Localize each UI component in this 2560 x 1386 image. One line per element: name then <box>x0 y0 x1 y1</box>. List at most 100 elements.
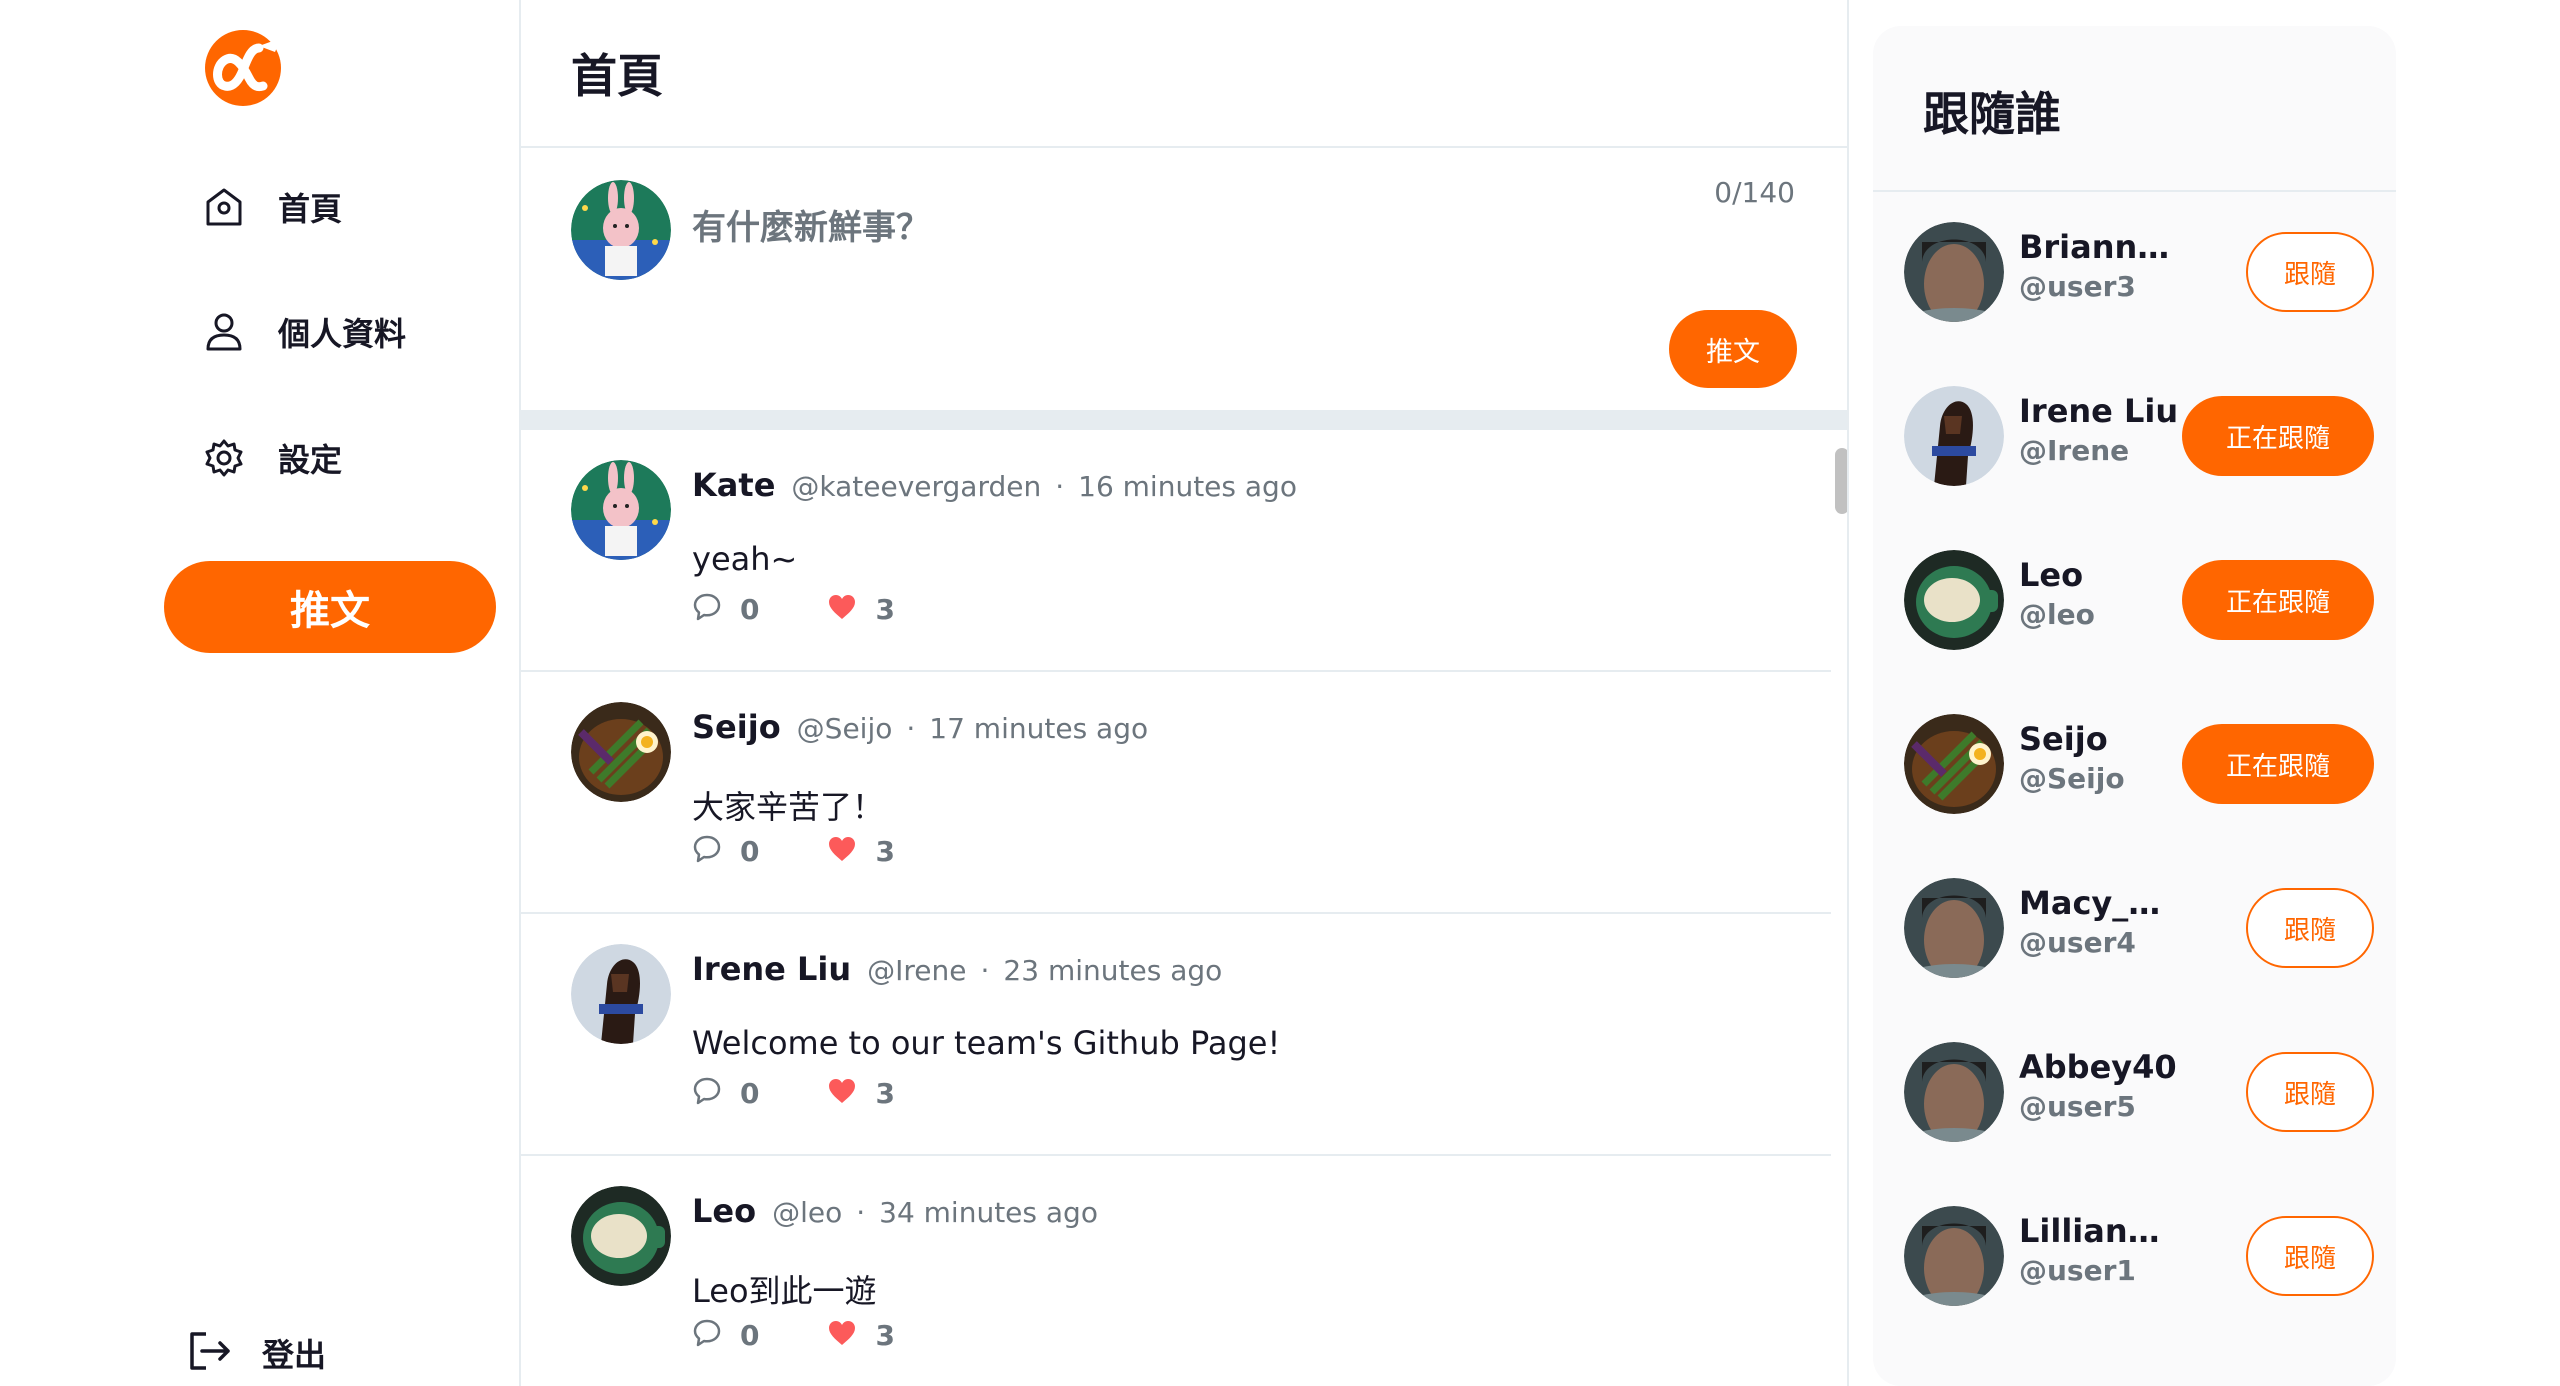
follow-suggestions-panel: 跟隨誰 Brianne19 @user3 跟隨 Irene Liu @Irene… <box>1873 26 2396 1386</box>
tweet-button[interactable]: 推文 <box>164 561 496 653</box>
like-button[interactable]: 3 <box>827 1077 895 1110</box>
follow-suggestion-item: Lilliana... @user1 跟隨 <box>1904 1206 2374 1306</box>
comment-icon <box>692 592 722 626</box>
tweet-author-name[interactable]: Leo <box>692 1192 756 1230</box>
user-handle: @user1 <box>2019 1254 2136 1287</box>
reply-button[interactable]: 0 <box>692 834 759 868</box>
avatar[interactable] <box>1904 714 2004 814</box>
tweet-content: yeah~ <box>692 540 798 578</box>
tweet-time: 23 minutes ago <box>1003 954 1223 987</box>
tweet-content: Leo到此一遊 <box>692 1272 877 1310</box>
sidebar-item-label: 設定 <box>278 441 343 479</box>
main-header: 首頁 <box>521 0 1847 148</box>
following-button[interactable]: 正在跟隨 <box>2182 396 2374 476</box>
tweet-author-handle: @leo <box>772 1196 843 1229</box>
avatar[interactable] <box>1904 1206 2004 1306</box>
follow-suggestion-item: Abbey40 @user5 跟隨 <box>1904 1042 2374 1142</box>
feed-scrollbar[interactable] <box>1831 430 1847 1386</box>
post-tweet-button[interactable]: 推文 <box>1669 310 1797 388</box>
char-counter: 0/140 <box>1714 176 1795 209</box>
tweet-card[interactable]: Irene Liu @Irene · 23 minutes ago Welcom… <box>521 914 1831 1156</box>
avatar[interactable] <box>1904 878 2004 978</box>
user-handle: @Seijo <box>2019 762 2125 795</box>
like-button[interactable]: 3 <box>827 593 895 626</box>
page-title: 首頁 <box>571 49 663 103</box>
comment-icon <box>692 1076 722 1110</box>
avatar[interactable] <box>1904 222 2004 322</box>
like-count: 3 <box>875 1318 895 1352</box>
tweet-card[interactable]: Leo @leo · 34 minutes ago Leo到此一遊 0 3 <box>521 1156 1831 1386</box>
tweet-feed: Kate @kateevergarden · 16 minutes ago ye… <box>521 430 1831 1386</box>
reply-button[interactable]: 0 <box>692 1076 759 1110</box>
avatar[interactable] <box>571 702 671 802</box>
divider <box>1873 190 2396 192</box>
follow-button[interactable]: 跟隨 <box>2246 1052 2374 1132</box>
user-name[interactable]: Irene Liu <box>2019 392 2178 430</box>
avatar[interactable] <box>571 460 671 560</box>
sidebar-item-profile[interactable]: 個人資料 <box>202 309 406 355</box>
main-column: 首頁 有什麼新鮮事？ 0/140 推文 Kate @kateevergarden… <box>521 0 1849 1386</box>
avatar <box>571 180 671 280</box>
follow-button[interactable]: 跟隨 <box>2246 1216 2374 1296</box>
meta-separator: · <box>1055 470 1065 503</box>
sidebar-item-label: 個人資料 <box>278 315 407 353</box>
tweet-author-name[interactable]: Irene Liu <box>692 950 851 988</box>
alpha-logo-icon[interactable] <box>201 26 287 108</box>
tweet-actions: 0 3 <box>692 1318 895 1352</box>
user-handle: @user3 <box>2019 270 2136 303</box>
meta-separator: · <box>906 712 916 745</box>
meta-separator: · <box>980 954 990 987</box>
reply-button[interactable]: 0 <box>692 1318 759 1352</box>
follow-button[interactable]: 跟隨 <box>2246 232 2374 312</box>
tweet-card[interactable]: Seijo @Seijo · 17 minutes ago 大家辛苦了！ 0 3 <box>521 672 1831 914</box>
sidebar-item-settings[interactable]: 設定 <box>202 435 342 481</box>
reply-count: 0 <box>740 834 760 868</box>
follow-suggestion-item: Macy_K... @user4 跟隨 <box>1904 878 2374 978</box>
avatar[interactable] <box>571 1186 671 1286</box>
reply-count: 0 <box>740 1076 760 1110</box>
follow-suggestion-item: Seijo @Seijo 正在跟隨 <box>1904 714 2374 814</box>
left-sidebar: 首頁 個人資料 設定 推文 登出 <box>0 0 521 1386</box>
tweet-card[interactable]: Kate @kateevergarden · 16 minutes ago ye… <box>521 430 1831 672</box>
heart-icon <box>827 1319 857 1351</box>
gear-icon <box>202 436 246 480</box>
heart-icon <box>827 1077 857 1109</box>
logout-button[interactable]: 登出 <box>188 1330 326 1376</box>
home-icon <box>202 185 246 229</box>
like-count: 3 <box>875 834 895 868</box>
user-icon <box>202 310 246 354</box>
following-button[interactable]: 正在跟隨 <box>2182 560 2374 640</box>
like-button[interactable]: 3 <box>827 1318 895 1352</box>
avatar[interactable] <box>1904 550 2004 650</box>
avatar[interactable] <box>1904 386 2004 486</box>
meta-separator: · <box>856 1196 866 1229</box>
tweet-author-handle: @Irene <box>867 954 967 987</box>
user-name[interactable]: Macy_K... <box>2019 884 2179 922</box>
comment-icon <box>692 834 722 868</box>
tweet-actions: 0 3 <box>692 834 895 868</box>
scrollbar-thumb[interactable] <box>1835 448 1847 514</box>
user-name[interactable]: Seijo <box>2019 720 2108 758</box>
following-button[interactable]: 正在跟隨 <box>2182 724 2374 804</box>
follow-button[interactable]: 跟隨 <box>2246 888 2374 968</box>
tweet-meta: Irene Liu @Irene · 23 minutes ago <box>692 950 1222 988</box>
tweet-meta: Kate @kateevergarden · 16 minutes ago <box>692 466 1297 504</box>
tweet-input[interactable]: 有什麼新鮮事？ <box>692 200 930 249</box>
user-name[interactable]: Brianne19 <box>2019 228 2179 266</box>
sidebar-item-home[interactable]: 首頁 <box>202 184 342 230</box>
logout-icon <box>188 1330 232 1376</box>
like-button[interactable]: 3 <box>827 834 895 868</box>
tweet-author-name[interactable]: Kate <box>692 466 775 504</box>
user-handle: @user5 <box>2019 1090 2136 1123</box>
user-name[interactable]: Lilliana... <box>2019 1212 2179 1250</box>
avatar[interactable] <box>1904 1042 2004 1142</box>
tweet-author-handle: @Seijo <box>796 712 893 745</box>
user-name[interactable]: Leo <box>2019 556 2083 594</box>
tweet-author-name[interactable]: Seijo <box>692 708 781 746</box>
reply-button[interactable]: 0 <box>692 592 759 626</box>
tweet-actions: 0 3 <box>692 592 895 626</box>
tweet-time: 17 minutes ago <box>929 712 1149 745</box>
tweet-meta: Seijo @Seijo · 17 minutes ago <box>692 708 1148 746</box>
user-name[interactable]: Abbey40 <box>2019 1048 2177 1086</box>
avatar[interactable] <box>571 944 671 1044</box>
